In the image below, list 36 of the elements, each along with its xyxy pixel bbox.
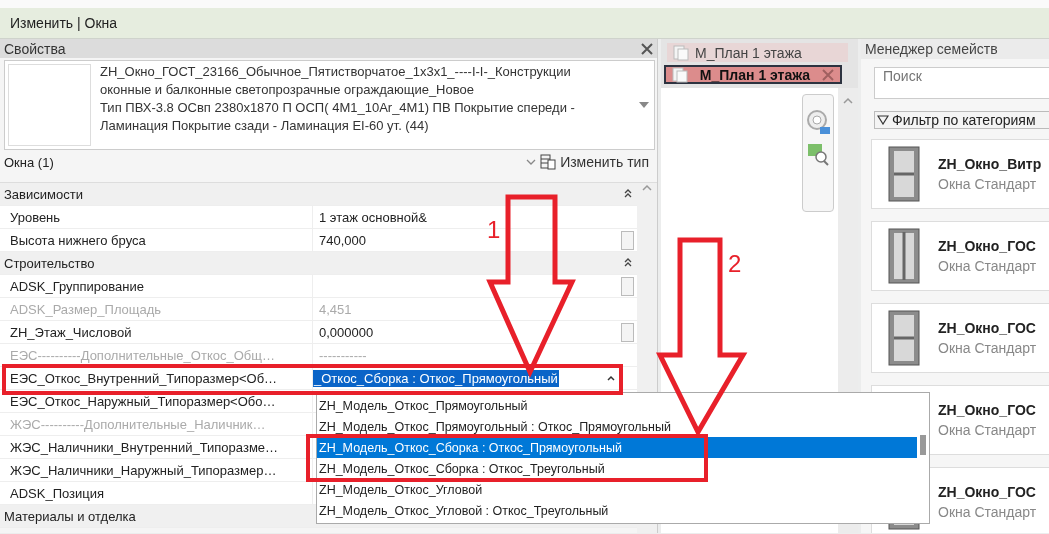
family-category: Окна Стандарт: [938, 176, 1038, 192]
param-label: ЖЭС_Наличники_Внутренний_Типоразме…: [9, 438, 280, 457]
param-label: ЖЭС----------Дополнительные_Наличник…: [9, 415, 267, 434]
family-category: Окна Стандарт: [938, 504, 1037, 520]
family-category: Окна Стандарт: [938, 340, 1037, 356]
type-name-line: Ламинация Покрытие сзади - Ламинация EI-60 ут. (44): [100, 118, 430, 133]
family-category: Окна Стандарт: [938, 258, 1037, 274]
param-value: -----------: [312, 344, 618, 366]
type-name-line: оконные и балконные светопрозрачные ограждающие_Новое: [100, 82, 475, 97]
group-label: Зависимости: [3, 185, 83, 204]
family-name: ZH_Окно_Витр: [938, 156, 1042, 172]
param-label: ZH_Этаж_Числовой: [9, 323, 133, 342]
selected-text: _Откос_Сборка : Откос_Прямоугольный: [313, 369, 559, 387]
group-label: Строительство: [3, 254, 95, 273]
param-label: ЕЭС_Откос_Внутренний_Типоразмер<Об…: [9, 369, 279, 388]
param-label: ЕЭС_Откос_Наружный_Типоразмер<Обо…: [9, 392, 277, 411]
annotation-number: 2: [728, 250, 742, 278]
panel-title: Свойства: [4, 40, 66, 57]
param-value: 4,451: [312, 298, 618, 320]
family-category: Окна Стандарт: [938, 422, 1037, 438]
param-label: ЖЭС_Наличники_Наружный_Типоразмер…: [9, 461, 278, 480]
panel-title: Менеджер семейств: [861, 39, 1049, 59]
group-label: Материалы и отделка: [3, 507, 136, 526]
param-label: ADSK_Размер_Площадь: [9, 300, 163, 319]
param-label: ADSK_Группирование: [9, 277, 145, 296]
param-label: Высота нижнего бруса: [9, 231, 147, 250]
param-label: Уровень: [9, 208, 62, 227]
family-name: ZH_Окно_ГОС: [938, 320, 1037, 336]
context-tab-label: Изменить | Окна: [10, 15, 118, 31]
family-name: ZH_Окно_ГОС: [938, 402, 1037, 418]
type-name-line: ZH_Окно_ГОСТ_23166_Обычное_Пятистворчатое_1x3x1_----I-I-_Конструкции: [100, 64, 572, 79]
param-label: ADSK_Позиция: [9, 484, 106, 503]
param-label: ЕЭС----------Дополнительные_Откос_Общ…: [9, 346, 276, 365]
family-name: ZH_Окно_ГОС: [938, 238, 1037, 254]
type-name-line: Тип ПВХ-3.8 ОСвп 2380x1870 П ОСП( 4М1_10Ar_4М1) ПВ Покрытие спереди -: [100, 100, 576, 115]
family-name: ZH_Окно_ГОС: [938, 484, 1037, 500]
